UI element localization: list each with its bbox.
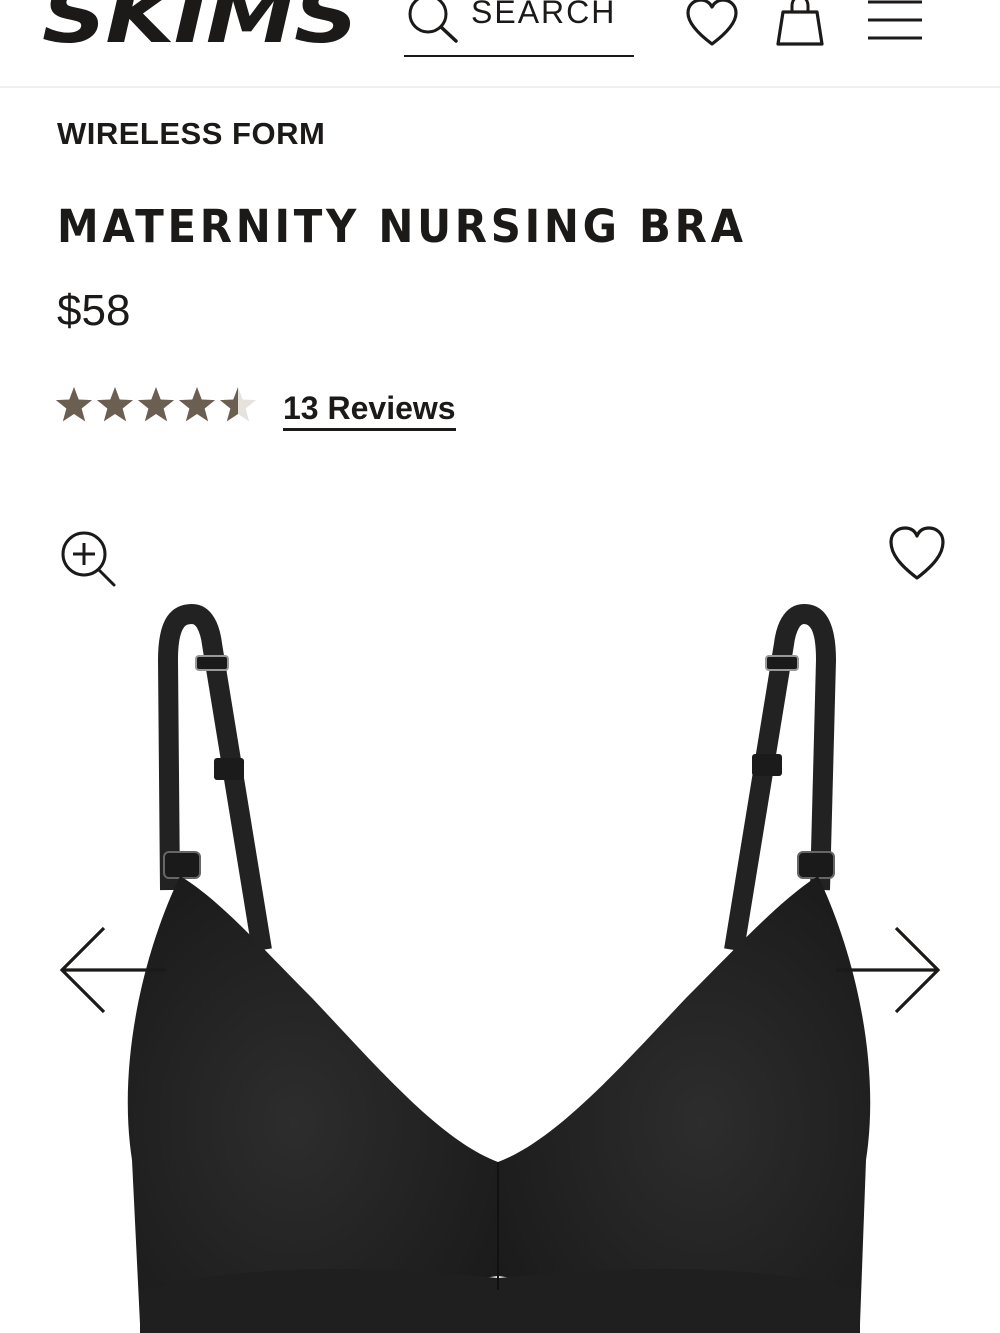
heart-icon[interactable] [888, 526, 946, 582]
reviews-link[interactable]: 13 Reviews [283, 390, 456, 431]
search-icon [408, 0, 458, 43]
hamburger-menu-icon[interactable] [868, 0, 922, 44]
search-label: SEARCH [471, 0, 617, 30]
star-filled [55, 387, 93, 422]
heart-icon[interactable] [686, 0, 738, 48]
site-header: SKIMS SEARCH [0, 0, 1000, 88]
search-bar[interactable]: SEARCH [404, 0, 634, 57]
shopping-bag-icon[interactable] [776, 0, 824, 46]
star-filled [96, 387, 134, 422]
product-price: $58 [57, 286, 131, 335]
star-filled [178, 387, 216, 422]
product-title: MATERNITY NURSING BRA [57, 200, 747, 253]
arrow-left-icon[interactable] [58, 924, 168, 1016]
brand-logo[interactable]: SKIMS [42, 0, 359, 54]
star-filled [137, 387, 175, 422]
rating-stars [55, 387, 257, 422]
zoom-in-icon[interactable] [58, 528, 118, 588]
product-collection[interactable]: WIRELESS FORM [57, 116, 325, 152]
arrow-right-icon[interactable] [834, 924, 944, 1016]
